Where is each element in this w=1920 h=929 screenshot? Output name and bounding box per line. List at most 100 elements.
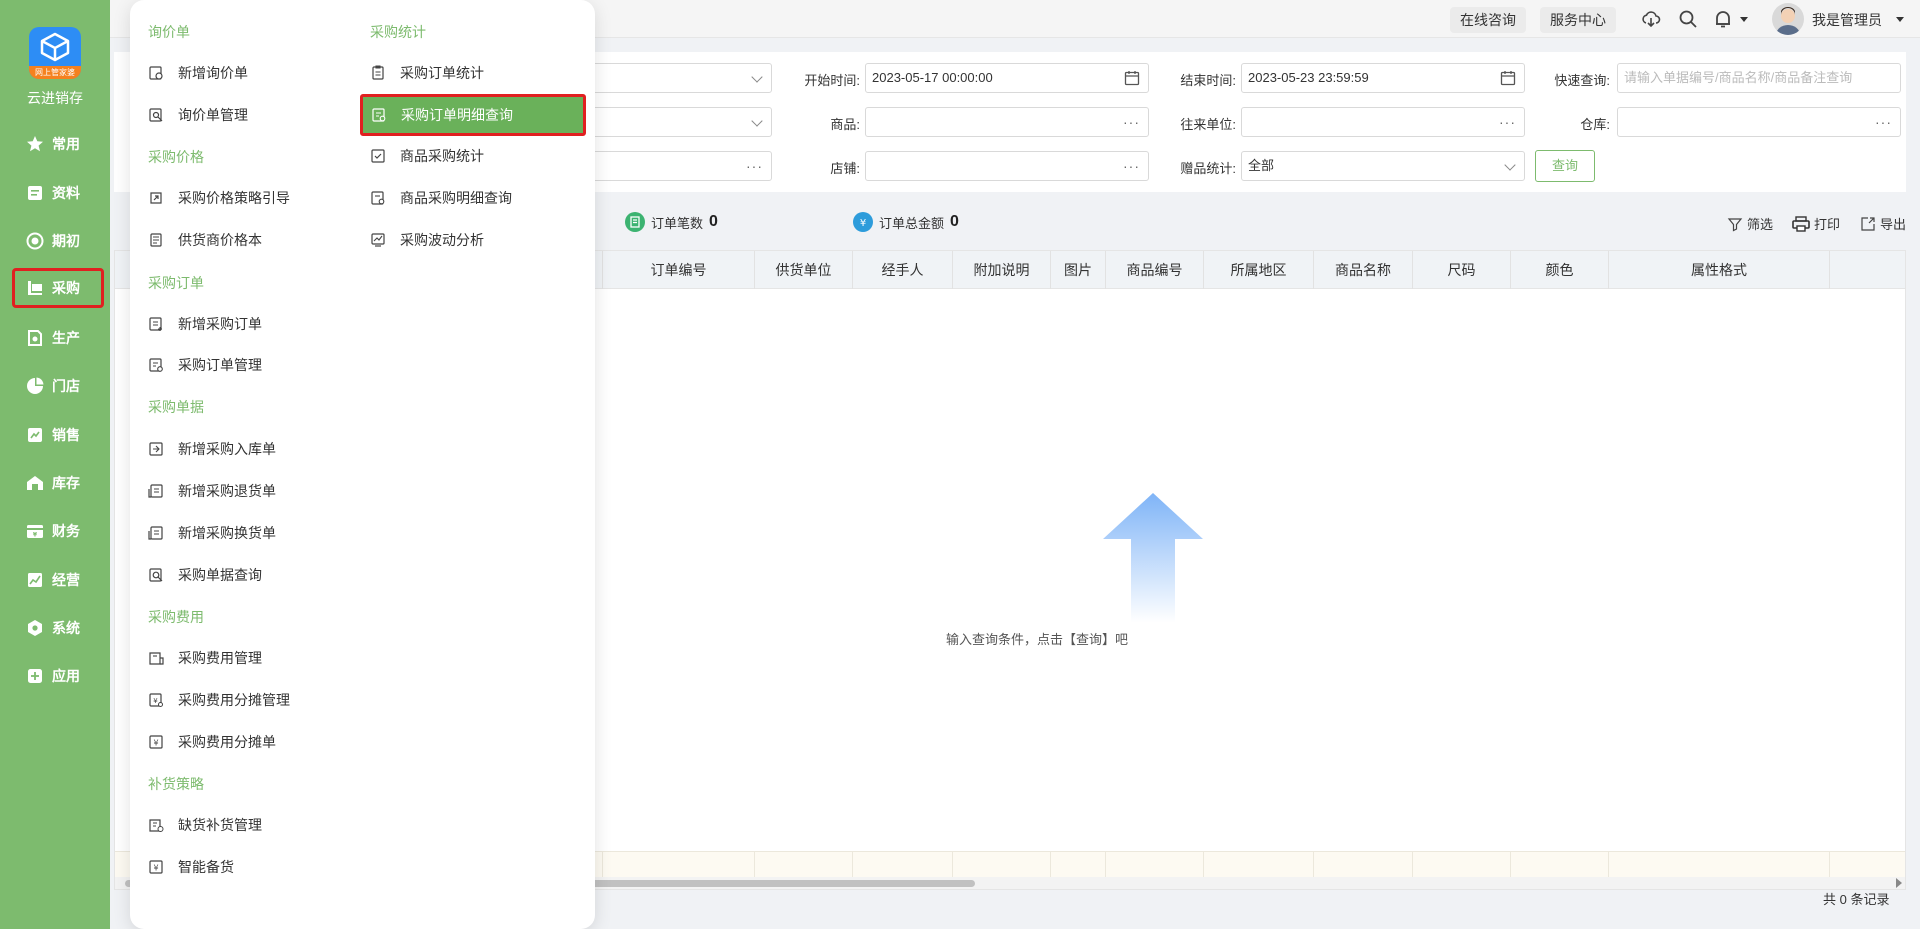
price-guide-icon xyxy=(148,190,164,206)
user-menu-caret-icon[interactable] xyxy=(1896,17,1904,22)
query-button[interactable]: 查询 xyxy=(1535,150,1595,182)
service-center-button[interactable]: 服务中心 xyxy=(1540,7,1616,33)
svg-text:¥: ¥ xyxy=(860,218,866,228)
menu-group-cost: 采购费用 xyxy=(148,609,204,625)
export-tool-button[interactable]: 导出 xyxy=(1860,214,1906,233)
menu-item-return[interactable]: 新增采购退货单 xyxy=(148,477,276,505)
order-total-summary: ¥ 订单总金额 0 xyxy=(853,212,959,232)
nav-item-system[interactable]: 系统 xyxy=(12,608,104,648)
menu-item-order-detail[interactable]: 采购订单明细查询 xyxy=(360,94,586,136)
print-tool-button[interactable]: 打印 xyxy=(1792,214,1840,233)
gift-stat-select[interactable]: 全部 xyxy=(1241,151,1525,181)
avatar[interactable] xyxy=(1772,3,1804,35)
cloud-download-icon[interactable] xyxy=(1641,9,1661,29)
start-time-input[interactable]: 2023-05-17 00:00:00 xyxy=(865,63,1149,93)
nav-label: 门店 xyxy=(52,378,80,394)
order-add-icon xyxy=(148,316,164,332)
menu-item-fluctuation[interactable]: 采购波动分析 xyxy=(370,226,484,254)
nav-item-purchase[interactable]: 采购 xyxy=(12,268,104,308)
scroll-right-arrow-icon[interactable] xyxy=(1895,878,1903,888)
menu-item-restock[interactable]: 缺货补货管理 xyxy=(148,811,262,839)
menu-item-product-stat[interactable]: 商品采购统计 xyxy=(370,142,484,170)
menu-group-order: 采购订单 xyxy=(148,275,204,291)
col-color[interactable]: 颜色 xyxy=(1511,251,1609,289)
nav-item-data[interactable]: 资料 xyxy=(12,173,104,213)
col-order-number[interactable]: 订单编号 xyxy=(603,251,755,289)
menu-item-order-manage[interactable]: 采购订单管理 xyxy=(148,351,262,379)
svg-text:¥: ¥ xyxy=(153,864,158,873)
col-region[interactable]: 所属地区 xyxy=(1204,251,1314,289)
nav-item-initial[interactable]: 期初 xyxy=(12,221,104,261)
product-input[interactable]: ··· xyxy=(865,107,1149,137)
total-cell xyxy=(1511,852,1609,878)
nav-item-production[interactable]: 生产 xyxy=(12,318,104,358)
nav-item-inventory[interactable]: 库存 xyxy=(12,463,104,503)
filter-tool-button[interactable]: 筛选 xyxy=(1727,214,1773,233)
nav-item-store[interactable]: 门店 xyxy=(12,366,104,406)
menu-item-price-guide[interactable]: 采购价格策略引导 xyxy=(148,184,290,212)
logo-badge: 网上管家婆 xyxy=(29,66,81,79)
end-time-input[interactable]: 2023-05-23 23:59:59 xyxy=(1241,63,1525,93)
menu-item-label: 新增询价单 xyxy=(178,65,248,81)
notification-caret-icon[interactable] xyxy=(1740,17,1748,22)
total-cell xyxy=(755,852,853,878)
menu-item-exchange[interactable]: 新增采购换货单 xyxy=(148,519,276,547)
col-supplier[interactable]: 供货单位 xyxy=(755,251,853,289)
store-label: 店铺: xyxy=(830,161,860,176)
menu-item-cost-split-doc[interactable]: ¥ 采购费用分摊单 xyxy=(148,728,276,756)
menu-item-price-book[interactable]: 供货商价格本 xyxy=(148,226,262,254)
menu-item-cost-split-manage[interactable]: ¥ 采购费用分摊管理 xyxy=(148,686,290,714)
menu-item-order-stat[interactable]: 采购订单统计 xyxy=(370,59,484,87)
print-tool-label: 打印 xyxy=(1814,217,1841,232)
menu-item-label: 智能备货 xyxy=(178,859,234,875)
warehouse-input[interactable]: ··· xyxy=(1617,107,1901,137)
search-icon[interactable] xyxy=(1678,9,1698,29)
menu-group-documents: 采购单据 xyxy=(148,399,204,415)
calendar-icon[interactable] xyxy=(1500,70,1516,86)
partner-input[interactable]: ··· xyxy=(1241,107,1525,137)
app-name: 云进销存 xyxy=(27,90,83,106)
calendar-icon[interactable] xyxy=(1124,70,1140,86)
nav-item-sales[interactable]: 销售 xyxy=(12,415,104,455)
more-dots-icon[interactable]: ··· xyxy=(1499,108,1516,136)
menu-item-new-order[interactable]: 新增采购订单 xyxy=(148,310,262,338)
col-product-name[interactable]: 商品名称 xyxy=(1314,251,1413,289)
menu-item-label: 新增采购退货单 xyxy=(178,483,276,499)
menu-item-label: 新增采购换货单 xyxy=(178,525,276,541)
nav-item-finance[interactable]: ¥ 财务 xyxy=(12,511,104,551)
col-extra-note[interactable]: 附加说明 xyxy=(953,251,1051,289)
col-image[interactable]: 图片 xyxy=(1051,251,1106,289)
app-logo[interactable]: 网上管家婆 xyxy=(29,27,81,79)
user-name[interactable]: 我是管理员 xyxy=(1812,10,1882,30)
col-size[interactable]: 尺码 xyxy=(1413,251,1511,289)
more-dots-icon[interactable]: ··· xyxy=(746,152,763,180)
nav-item-apps[interactable]: 应用 xyxy=(12,656,104,696)
more-dots-icon[interactable]: ··· xyxy=(1123,152,1140,180)
bell-icon[interactable] xyxy=(1713,9,1733,29)
menu-item-doc-search[interactable]: 采购单据查询 xyxy=(148,561,262,589)
more-dots-icon[interactable]: ··· xyxy=(1123,108,1140,136)
menu-item-cost-manage[interactable]: 采购费用管理 xyxy=(148,644,262,672)
nav-item-operation[interactable]: 经营 xyxy=(12,560,104,600)
store-input[interactable]: ··· xyxy=(865,151,1149,181)
col-product-code[interactable]: 商品编号 xyxy=(1106,251,1204,289)
partially-hidden-input-3[interactable]: ··· xyxy=(590,151,772,181)
col-attribute-format[interactable]: 属性格式 xyxy=(1609,251,1830,289)
online-consult-button[interactable]: 在线咨询 xyxy=(1450,7,1526,33)
partially-hidden-select-1[interactable] xyxy=(590,63,772,93)
menu-item-quote-manage[interactable]: 询价单管理 xyxy=(148,101,248,129)
col-handler[interactable]: 经手人 xyxy=(853,251,953,289)
menu-item-label: 采购订单统计 xyxy=(400,65,484,81)
more-dots-icon[interactable]: ··· xyxy=(1875,108,1892,136)
menu-item-stock-in[interactable]: 新增采购入库单 xyxy=(148,435,276,463)
menu-item-label: 商品采购明细查询 xyxy=(400,190,512,206)
menu-item-product-detail[interactable]: 商品采购明细查询 xyxy=(370,184,512,212)
quick-search-input[interactable]: 请输入单据编号/商品名称/商品备注查询 xyxy=(1617,63,1901,93)
funnel-icon xyxy=(1727,217,1743,231)
chart-icon xyxy=(26,571,44,589)
menu-item-smart-stock[interactable]: ¥ 智能备货 xyxy=(148,853,234,881)
nav-item-common[interactable]: 常用 xyxy=(12,124,104,164)
price-book-icon xyxy=(148,232,164,248)
partially-hidden-select-2[interactable] xyxy=(590,107,772,137)
menu-item-new-quote[interactable]: 新增询价单 xyxy=(148,59,248,87)
